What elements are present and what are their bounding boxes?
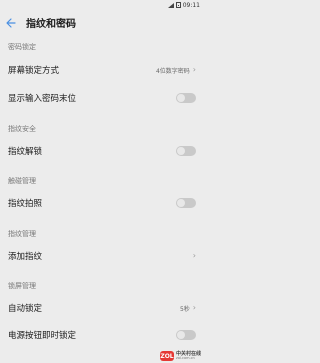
row-label: 指纹拍照 [8,199,43,209]
screen-lock-method-row[interactable]: 屏幕锁定方式 4位数字密码 › [0,57,204,83]
toggle-knob [177,94,185,102]
row-value: 5秒 [179,305,190,313]
row-label: 电源按钮即时锁定 [8,331,77,341]
row-label: 屏幕锁定方式 [8,66,60,76]
section-header-fingerprint-security: 指纹安全 [8,125,36,133]
fingerprint-unlock-toggle[interactable] [176,146,196,156]
power-button-lock-row[interactable]: 电源按钮即时锁定 [0,322,204,348]
page-title: 指纹和密码 [26,19,76,30]
status-bar: 09:11 [0,0,204,10]
row-label: 指纹解锁 [8,147,43,157]
toggle-knob [177,331,185,339]
section-header-password-lock: 密码锁定 [8,43,36,51]
row-label: 显示输入密码末位 [8,94,77,104]
app-bar: 指纹和密码 [0,10,204,35]
chevron-right-icon: › [192,251,196,260]
status-time: 09:11 [182,1,200,9]
watermark-logo: ZOL [159,351,174,361]
section-header-touch-management: 触碰管理 [8,177,36,185]
section-header-lockscreen-management: 锁屏管理 [8,282,36,290]
add-fingerprint-row[interactable]: 添加指纹 › [0,243,204,269]
row-value: 4位数字密码 [155,67,190,75]
chevron-right-icon: › [192,65,196,74]
watermark-text-en: zol.com.cn [175,355,195,360]
watermark: ZOL 中关村在线 zol.com.cn [159,351,201,361]
row-label: 添加指纹 [8,252,43,262]
chevron-right-icon: › [192,303,196,312]
toggle-knob [177,147,185,155]
watermark-text: 中关村在线 zol.com.cn [175,351,201,361]
back-button[interactable] [0,10,22,35]
arrow-left-icon [6,17,16,28]
battery-icon [175,2,181,8]
show-last-digit-row[interactable]: 显示输入密码末位 [0,85,204,111]
row-label: 自动锁定 [8,304,43,314]
section-header-fingerprint-management: 指纹管理 [8,230,36,238]
fingerprint-photo-row[interactable]: 指纹拍照 [0,190,204,216]
fingerprint-photo-toggle[interactable] [176,198,196,208]
signal-icon [167,2,174,8]
status-icons [167,2,181,8]
power-button-lock-toggle[interactable] [176,330,196,340]
fingerprint-unlock-row[interactable]: 指纹解锁 [0,138,204,164]
toggle-knob [177,199,185,207]
show-last-digit-toggle[interactable] [176,93,196,103]
auto-lock-row[interactable]: 自动锁定 5秒 › [0,295,204,321]
